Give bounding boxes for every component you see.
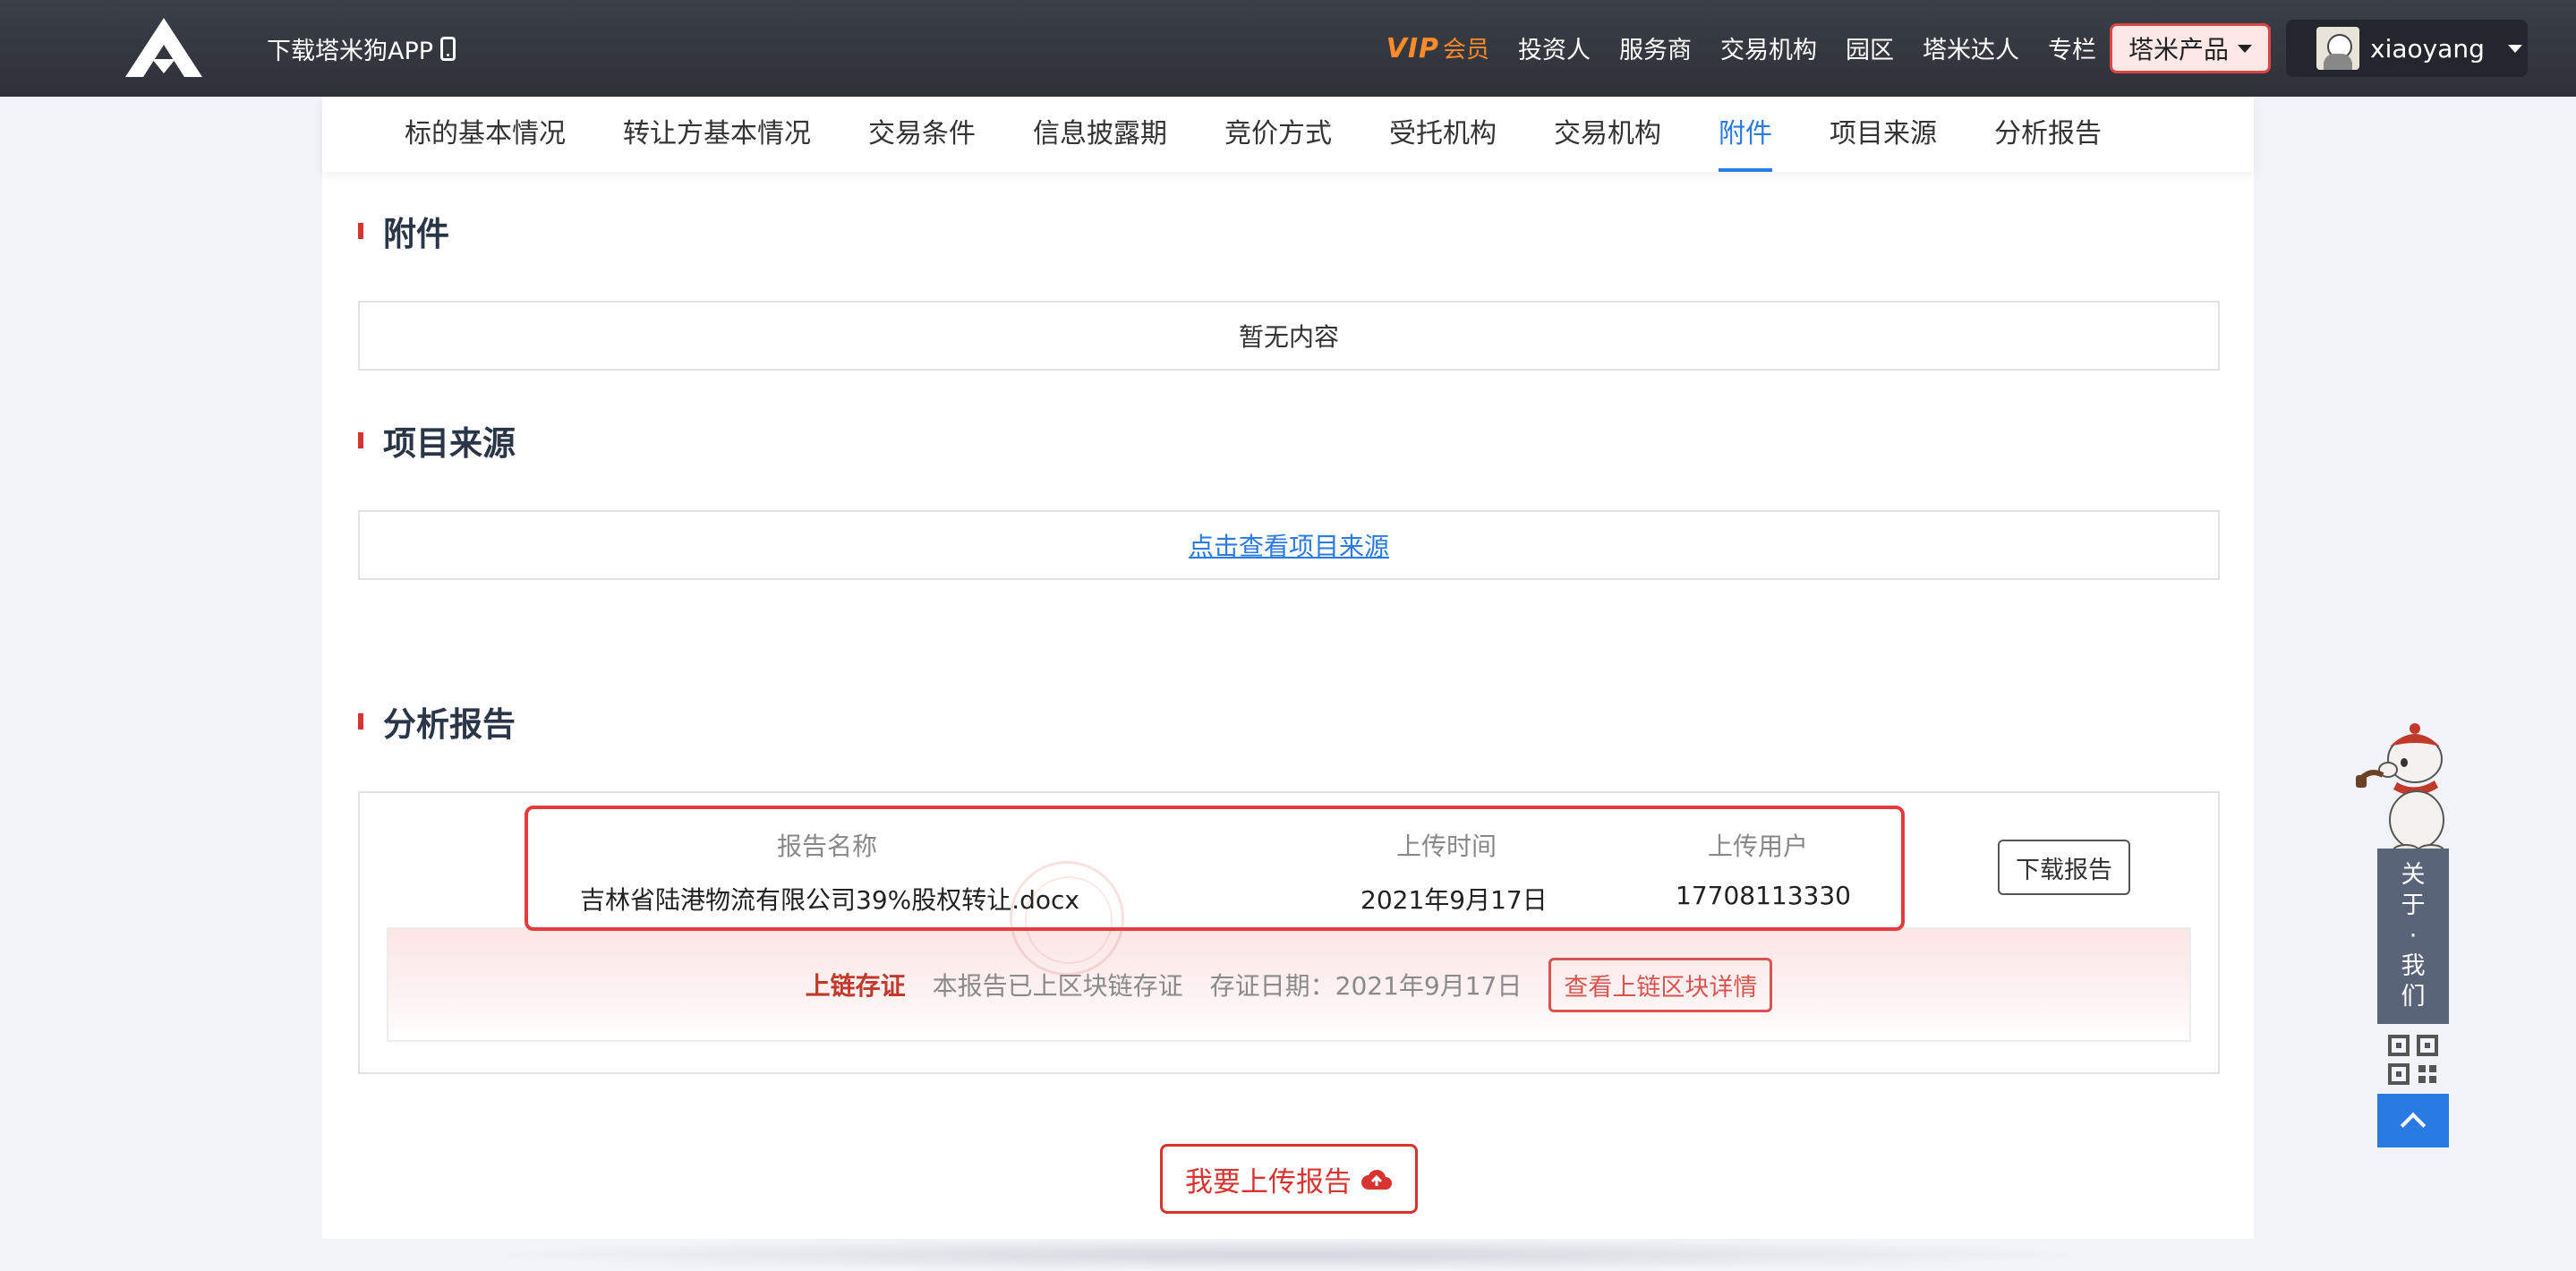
heading-marker [358,223,363,239]
tab-bidding-method[interactable]: 竞价方式 [1196,97,1361,172]
attachments-title: 附件 [383,215,449,253]
project-source-box: 点击查看项目来源 [358,510,2220,580]
tab-target-basics[interactable]: 标的基本情况 [405,97,594,172]
product-menu-button[interactable]: 塔米产品 [2110,23,2271,73]
blockchain-proof-bar: 上链存证 本报告已上区块链存证 存证日期：2021年9月17日 查看上链区块详情 [387,927,2191,1042]
analysis-report-heading: 分析报告 [358,702,516,744]
tab-analysis-report[interactable]: 分析报告 [1966,97,2130,172]
avatar [2316,27,2359,70]
about-char: 关 [2401,861,2426,889]
upload-report-label: 我要上传报告 [1185,1165,1352,1198]
project-source-title: 项目来源 [383,424,516,463]
report-time-cell: 2021年9月17日 [1361,885,1548,915]
certification-seal-watermark [1010,861,1124,976]
column-header-uploader: 上传用户 [1708,832,1809,861]
cloud-upload-icon [1361,1169,1392,1190]
section-tabs: 标的基本情况 转让方基本情况 交易条件 信息披露期 竞价方式 受托机构 交易机构… [322,97,2254,172]
heading-marker [358,432,363,448]
column-header-name: 报告名称 [777,832,878,861]
username: xiaoyang [2370,33,2485,64]
nav-trading-institutions[interactable]: 交易机构 [1720,30,1817,65]
site-logo[interactable] [125,18,202,77]
about-char: 们 [2401,983,2426,1011]
qr-code-icon[interactable] [2388,1035,2438,1085]
blockchain-detail-button[interactable]: 查看上链区块详情 [1548,957,1773,1012]
app-download-label: 下载塔米狗APP [267,37,434,65]
upload-report-button[interactable]: 我要上传报告 [1160,1144,1418,1214]
analysis-report-title: 分析报告 [383,705,516,744]
report-name-cell: 吉林省陆港物流有限公司39%股权转让.docx [580,885,1080,915]
vip-link[interactable]: VIP 会员 [1386,31,1489,64]
app-download-link[interactable]: 下载塔米狗APP [267,30,456,66]
tab-disclosure-period[interactable]: 信息披露期 [1004,97,1196,172]
attachments-heading: 附件 [358,211,449,253]
user-menu-button[interactable]: xiaoyang [2286,20,2528,77]
vip-label: 会员 [1442,36,1489,64]
blockchain-label: 上链存证 [805,971,906,1001]
nav-parks[interactable]: 园区 [1846,30,1894,65]
nav-service-providers[interactable]: 服务商 [1619,30,1692,65]
vip-mark: VIP [1386,32,1439,64]
tab-trading-institution[interactable]: 交易机构 [1525,97,1690,172]
nav-columns[interactable]: 专栏 [2048,30,2096,65]
footer-shadow [483,1239,2094,1271]
project-source-link[interactable]: 点击查看项目来源 [1189,527,1389,563]
attachments-box: 暂无内容 [358,301,2220,371]
top-navbar: 下载塔米狗APP VIP 会员 投资人 服务商 交易机构 园区 塔米达人 专栏 … [0,0,2576,97]
back-to-top-button[interactable] [2377,1094,2449,1147]
about-char: · [2409,922,2418,950]
about-char: 我 [2401,952,2426,980]
caret-down-icon [2238,44,2252,53]
tab-project-source[interactable]: 项目来源 [1801,97,1966,172]
tab-trustee[interactable]: 受托机构 [1361,97,1525,172]
nav-experts[interactable]: 塔米达人 [1923,30,2019,65]
tab-attachments[interactable]: 附件 [1690,97,1801,172]
about-char: 于 [2401,891,2426,919]
product-menu-label: 塔米产品 [2128,35,2229,64]
phone-icon [440,36,456,61]
chevron-up-icon [2400,1112,2427,1139]
project-source-heading: 项目来源 [358,421,516,463]
top-nav: VIP 会员 投资人 服务商 交易机构 园区 塔米达人 专栏 [1386,27,2096,68]
tab-transferor-basics[interactable]: 转让方基本情况 [594,97,840,172]
report-uploader-cell: 17708113330 [1676,881,1851,910]
report-table: 报告名称 上传时间 上传用户 吉林省陆港物流有限公司39%股权转让.docx 2… [525,806,1905,931]
mascot-dog-icon[interactable] [2352,723,2456,857]
nav-investors[interactable]: 投资人 [1518,30,1591,65]
blockchain-date: 存证日期：2021年9月17日 [1209,971,1523,1001]
download-report-button[interactable]: 下载报告 [1998,840,2130,895]
heading-marker [358,713,363,729]
tab-trading-conditions[interactable]: 交易条件 [840,97,1004,172]
empty-text: 暂无内容 [1238,322,1339,352]
about-us-button[interactable]: 关 于 · 我 们 [2377,849,2449,1024]
column-header-upload-time: 上传时间 [1396,832,1497,861]
caret-down-icon [2507,44,2522,53]
